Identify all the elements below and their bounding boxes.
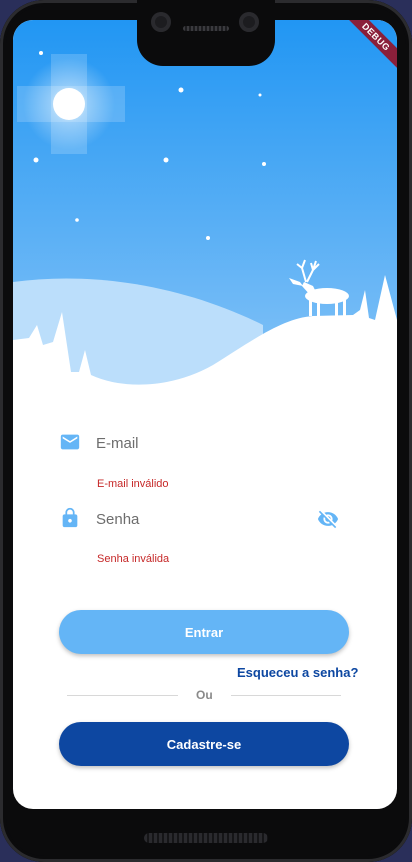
email-field-row [59,423,349,463]
email-error: E-mail inválido [97,478,169,490]
divider-right [231,695,341,696]
bottom-speaker-grille [144,833,268,843]
divider-left [67,695,178,696]
front-camera-right [239,12,259,32]
password-input[interactable] [96,499,306,539]
forgot-password-link[interactable]: Esqueceu a senha? [237,665,358,680]
password-field-row [59,499,349,539]
app-screen: DEBUG E-mail inválido Senha inválida [13,20,397,809]
camera-notch [137,0,275,66]
phone-frame: DEBUG E-mail inválido Senha inválida [0,0,412,862]
earpiece-speaker [183,26,229,31]
login-button[interactable]: Entrar [59,610,349,654]
signup-button[interactable]: Cadastre-se [59,722,349,766]
divider-label: Ou [196,688,213,702]
lock-icon [62,507,78,528]
sun [53,88,85,120]
email-input[interactable] [96,423,306,463]
email-icon [60,434,80,450]
visibility-off-icon[interactable] [316,508,340,530]
password-error: Senha inválida [97,553,170,565]
winter-scene-illustration [13,20,397,420]
front-camera-left [151,12,171,32]
